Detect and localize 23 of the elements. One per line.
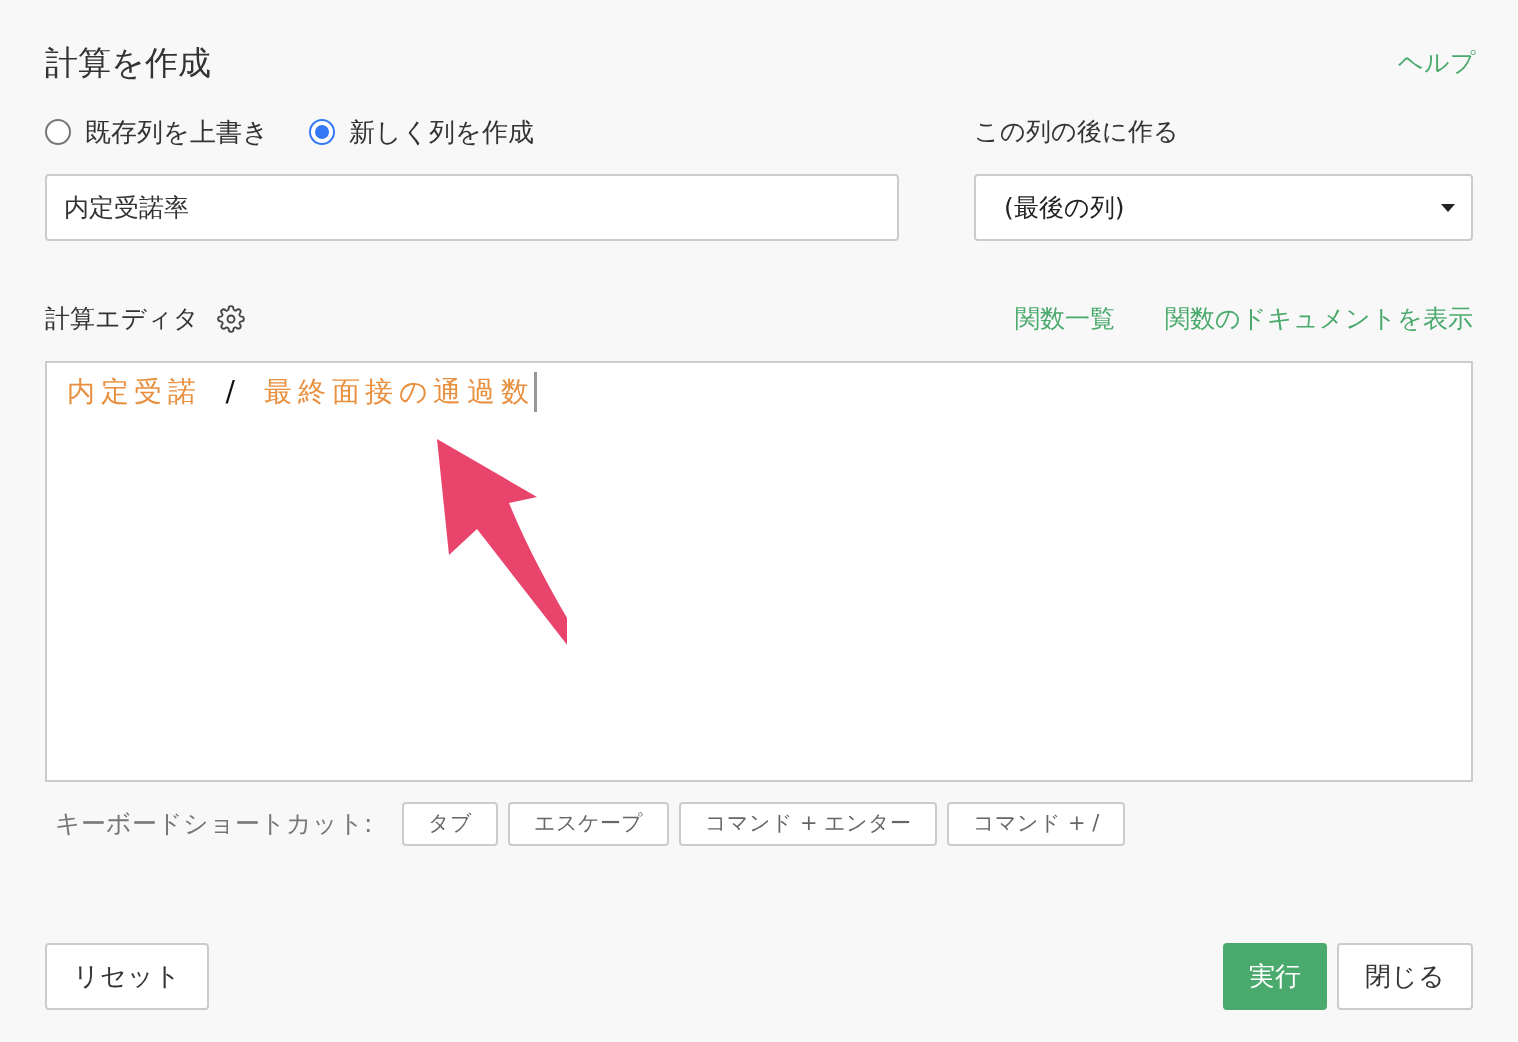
text-cursor: [534, 372, 538, 412]
shortcut-key: タブ: [402, 802, 499, 846]
settings-icon[interactable]: [217, 305, 245, 333]
column-token: 内定受諾: [67, 374, 202, 410]
shortcuts-label: キーボードショートカット:: [55, 808, 373, 841]
shortcut-key: コマンド + エンター: [679, 802, 938, 846]
shortcut-key: エスケープ: [508, 802, 670, 846]
radio-button[interactable]: [45, 119, 71, 145]
operator-token: /: [225, 374, 241, 410]
insert-after-label: この列の後に作る: [974, 116, 1180, 149]
close-button[interactable]: 閉じる: [1337, 943, 1473, 1010]
radio-option[interactable]: 既存列を上書き: [45, 112, 269, 152]
column-token: 最終面接の通過数: [264, 374, 535, 410]
dialog-title: 計算を作成: [45, 42, 211, 85]
insert-after-select[interactable]: (最後の列): [974, 174, 1473, 241]
column-name-field[interactable]: 内定受諾率: [45, 174, 899, 241]
radio-button[interactable]: [309, 119, 335, 145]
radio-option[interactable]: 新しく列を作成: [309, 112, 534, 152]
shortcut-key: コマンド + /: [947, 802, 1126, 846]
formula-editor[interactable]: 内定受諾 / 最終面接の通過数: [45, 361, 1473, 782]
caret-icon: [1441, 203, 1455, 212]
editor-label: 計算エディタ: [45, 303, 199, 336]
reset-button[interactable]: リセット: [45, 943, 209, 1010]
